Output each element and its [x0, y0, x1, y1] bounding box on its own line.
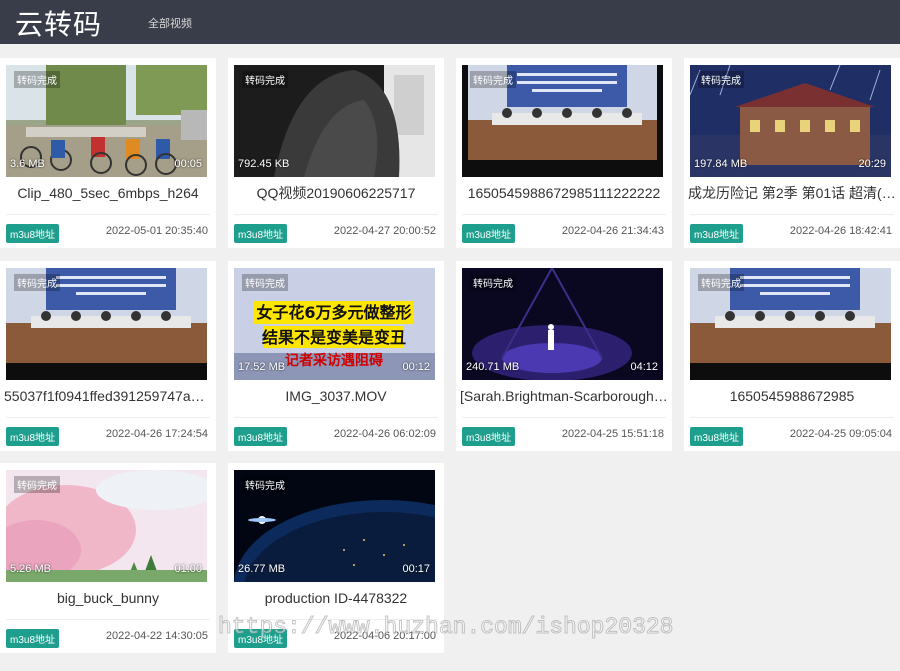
transcode-status-badge: 转码完成	[14, 476, 60, 493]
file-size: 3.6 MB	[10, 158, 45, 170]
m3u8-link-button[interactable]: m3u8地址	[462, 224, 516, 243]
upload-date: 2022-04-26 06:02:09	[333, 428, 436, 440]
card-divider	[690, 417, 894, 418]
card-divider	[234, 417, 438, 418]
file-size: 17.52 MB	[238, 361, 286, 373]
video-thumbnail[interactable]: 转码完成	[690, 268, 891, 380]
upload-date: 2022-04-25 09:05:04	[789, 428, 892, 440]
top-navbar: 云转码 全部视频	[0, 0, 900, 44]
nav-all-videos[interactable]: 全部视频	[148, 15, 192, 31]
video-card[interactable]: 女子花6万多元做整形 结果不是变美是变丑 记者采访遇阻碍 转码完成 17.52 …	[228, 261, 444, 451]
video-duration: 00:12	[402, 361, 430, 373]
upload-date: 2022-05-01 20:35:40	[105, 225, 208, 237]
video-thumbnail[interactable]: 转码完成	[462, 65, 663, 177]
video-thumbnail[interactable]: 转码完成 3.6 MB 00:05	[6, 65, 207, 177]
transcode-status-badge: 转码完成	[14, 274, 60, 291]
video-duration: 00:17	[402, 563, 430, 575]
video-duration: 20:29	[858, 158, 886, 170]
video-card[interactable]: 转码完成 55037f1f0941ffed391259747ad5e2c3 m3…	[0, 261, 216, 451]
video-card[interactable]: 转码完成 5.26 MB 01:00 big_buck_bunny m3u8地址…	[0, 463, 216, 653]
video-card[interactable]: 转码完成 1650545988672985111222222 m3u8地址 20…	[456, 58, 672, 248]
video-card[interactable]: 转码完成 3.6 MB 00:05 Clip_480_5sec_6mbps_h2…	[0, 58, 216, 248]
m3u8-link-button[interactable]: m3u8地址	[234, 224, 288, 243]
card-divider	[6, 417, 210, 418]
video-thumbnail[interactable]: 转码完成 26.77 MB 00:17	[234, 470, 435, 582]
m3u8-link-button[interactable]: m3u8地址	[6, 629, 60, 648]
app-logo[interactable]: 云转码	[15, 3, 102, 43]
video-duration: 04:12	[630, 361, 658, 373]
video-title[interactable]: Clip_480_5sec_6mbps_h264	[0, 179, 216, 207]
video-title[interactable]: QQ视频20190606225717	[228, 179, 444, 207]
upload-date: 2022-04-26 18:42:41	[789, 225, 892, 237]
card-divider	[6, 214, 210, 215]
file-size: 792.45 KB	[238, 158, 290, 170]
video-card[interactable]: 转码完成 792.45 KB QQ视频20190606225717 m3u8地址…	[228, 58, 444, 248]
video-thumbnail[interactable]: 转码完成 197.84 MB 20:29	[690, 65, 891, 177]
transcode-status-badge: 转码完成	[242, 71, 288, 88]
upload-date: 2022-04-27 20:00:52	[333, 225, 436, 237]
video-thumbnail[interactable]: 转码完成	[6, 268, 207, 380]
video-title[interactable]: big_buck_bunny	[0, 584, 216, 612]
card-divider	[462, 417, 666, 418]
video-title[interactable]: [Sarah.Brightman-Scarborough.Fair]	[456, 382, 672, 410]
card-divider	[690, 214, 894, 215]
video-thumbnail[interactable]: 女子花6万多元做整形 结果不是变美是变丑 记者采访遇阻碍 转码完成 17.52 …	[234, 268, 435, 380]
video-duration: 01:00	[174, 563, 202, 575]
video-thumbnail[interactable]: 转码完成 240.71 MB 04:12	[462, 268, 663, 380]
file-size: 197.84 MB	[694, 158, 748, 170]
video-title[interactable]: 1650545988672985	[684, 382, 900, 410]
video-card[interactable]: 转码完成 197.84 MB 20:29 成龙历险记 第2季 第01话 超清(1…	[684, 58, 900, 248]
transcode-status-badge: 转码完成	[242, 274, 288, 291]
transcode-status-badge: 转码完成	[470, 274, 516, 291]
transcode-status-badge: 转码完成	[242, 476, 288, 493]
transcode-status-badge: 转码完成	[698, 71, 744, 88]
transcode-status-badge: 转码完成	[698, 274, 744, 291]
m3u8-link-button[interactable]: m3u8地址	[690, 427, 744, 446]
transcode-status-badge: 转码完成	[14, 71, 60, 88]
file-size: 26.77 MB	[238, 563, 286, 575]
file-size: 240.71 MB	[466, 361, 520, 373]
video-title[interactable]: 55037f1f0941ffed391259747ad5e2c3	[0, 382, 216, 410]
card-divider	[6, 619, 210, 620]
upload-date: 2022-04-22 14:30:05	[105, 630, 208, 642]
video-card[interactable]: 转码完成 240.71 MB 04:12 [Sarah.Brightman-Sc…	[456, 261, 672, 451]
m3u8-link-button[interactable]: m3u8地址	[6, 224, 60, 243]
video-title[interactable]: production ID-4478322	[228, 584, 444, 612]
video-duration: 00:05	[174, 158, 202, 170]
upload-date: 2022-04-26 17:24:54	[105, 428, 208, 440]
video-title[interactable]: IMG_3037.MOV	[228, 382, 444, 410]
m3u8-link-button[interactable]: m3u8地址	[6, 427, 60, 446]
m3u8-link-button[interactable]: m3u8地址	[690, 224, 744, 243]
video-title[interactable]: 1650545988672985111222222	[456, 179, 672, 207]
m3u8-link-button[interactable]: m3u8地址	[234, 427, 288, 446]
thumb-caption-line1: 女子花6万多元做整形	[256, 303, 411, 322]
file-size: 5.26 MB	[10, 563, 51, 575]
thumb-caption-line2: 结果不是变美是变丑	[261, 328, 406, 347]
video-thumbnail[interactable]: 转码完成 792.45 KB	[234, 65, 435, 177]
thumb-caption-line3: 记者采访遇阻碍	[285, 352, 383, 369]
video-card[interactable]: 转码完成 1650545988672985 m3u8地址 2022-04-25 …	[684, 261, 900, 451]
upload-date: 2022-04-25 15:51:18	[561, 428, 664, 440]
transcode-status-badge: 转码完成	[470, 71, 516, 88]
m3u8-link-button[interactable]: m3u8地址	[462, 427, 516, 446]
card-divider	[234, 214, 438, 215]
watermark-text: https://www.huzhan.com/ishop20328	[217, 614, 674, 641]
upload-date: 2022-04-26 21:34:43	[561, 225, 664, 237]
video-title[interactable]: 成龙历险记 第2季 第01话 超清(1080P)	[684, 179, 900, 207]
video-thumbnail[interactable]: 转码完成 5.26 MB 01:00	[6, 470, 207, 582]
card-divider	[462, 214, 666, 215]
